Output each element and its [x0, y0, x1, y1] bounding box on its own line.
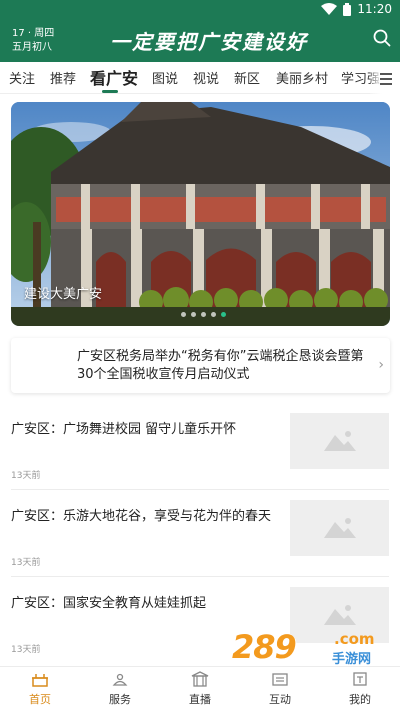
banner-caption: 建设大美广安: [24, 287, 103, 302]
news-time: 13天前: [11, 558, 41, 568]
tab-meili-xiangcun[interactable]: 美丽乡村: [276, 68, 328, 87]
tab-xinqu[interactable]: 新区: [234, 68, 260, 87]
brand-logo: 一定要把广安建设好: [110, 30, 308, 54]
banner-carousel[interactable]: 建设大美广安: [11, 102, 390, 326]
nav-interact-label: 互动: [269, 693, 291, 706]
tab-kan-guangan[interactable]: 看广安: [90, 65, 138, 89]
nav-home-label: 首页: [29, 693, 51, 706]
watermark-domain: .com: [334, 630, 375, 648]
date-weekday: 17 · 周四: [12, 28, 55, 39]
bottom-navigation: 首页 服务 直播 互动 我的: [0, 666, 400, 711]
nav-service[interactable]: 服务: [90, 667, 150, 711]
top-header: 11:20 17 · 周四 五月初八 一定要把广安建设好: [0, 0, 400, 62]
chevron-right-icon: ›: [378, 357, 384, 373]
status-bar: 11:20: [0, 0, 400, 20]
tab-tuijian[interactable]: 推荐: [50, 68, 76, 87]
app-screen: 11:20 17 · 周四 五月初八 一定要把广安建设好 关注 推荐 看广安 图…: [0, 0, 400, 711]
wifi-icon: [321, 3, 338, 15]
news-title: 广安区：国家安全教育从娃娃抓起: [11, 596, 207, 611]
nav-live-label: 直播: [189, 693, 211, 706]
news-thumbnail: [290, 500, 389, 556]
news-time: 13天前: [11, 645, 41, 655]
watermark-number: 289: [232, 628, 297, 666]
tab-guanzhu[interactable]: 关注: [9, 68, 35, 87]
profile-icon: [353, 672, 367, 686]
tab-menu-button[interactable]: [370, 62, 400, 94]
date-lunar: 五月初八: [12, 42, 52, 53]
news-time: 13天前: [11, 471, 41, 481]
active-tab-indicator: [102, 90, 118, 93]
home-icon: [32, 674, 48, 687]
divider: [11, 489, 389, 490]
channel-tabs: 关注 推荐 看广安 图说 视说 新区 美丽乡村 学习强: [0, 62, 400, 94]
news-title: 广安区：乐游大地花谷，享受与花为伴的春天: [11, 509, 272, 524]
live-icon: [191, 671, 209, 687]
carousel-dot[interactable]: [181, 312, 186, 317]
tab-tushuo[interactable]: 图说: [152, 68, 178, 87]
search-button[interactable]: [372, 28, 392, 48]
nav-profile-label: 我的: [349, 693, 371, 706]
carousel-dot-active[interactable]: [221, 312, 226, 317]
service-icon: [112, 673, 128, 686]
image-placeholder-icon: [324, 605, 356, 625]
news-title: 广安区：广场舞进校园 留守儿童乐开怀: [11, 422, 237, 437]
image-placeholder-icon: [324, 518, 356, 538]
nav-live[interactable]: 直播: [170, 667, 230, 711]
menu-icon: [380, 73, 392, 88]
divider: [11, 576, 389, 577]
carousel-dot[interactable]: [201, 312, 206, 317]
search-icon: [373, 29, 391, 47]
featured-notice[interactable]: 广安区税务局举办“税务有你”云端税企恳谈会暨第30个全国税收宣传月启动仪式 ›: [11, 338, 390, 393]
news-item[interactable]: 广安区：乐游大地花谷，享受与花为伴的春天 13天前: [0, 500, 400, 594]
image-placeholder-icon: [324, 431, 356, 451]
nav-service-label: 服务: [109, 693, 131, 706]
status-time: 11:20: [357, 2, 392, 16]
nav-interact[interactable]: 互动: [250, 667, 310, 711]
interact-icon: [272, 673, 288, 686]
nav-profile[interactable]: 我的: [330, 667, 390, 711]
nav-home[interactable]: 首页: [10, 667, 70, 711]
news-item[interactable]: 广安区：广场舞进校园 留守儿童乐开怀 13天前: [0, 413, 400, 507]
carousel-dot[interactable]: [191, 312, 196, 317]
carousel-indicator: [181, 312, 226, 317]
news-thumbnail: [290, 413, 389, 469]
notice-text: 广安区税务局举办“税务有你”云端税企恳谈会暨第30个全国税收宣传月启动仪式: [77, 349, 364, 382]
tab-shishuo[interactable]: 视说: [193, 68, 219, 87]
watermark-sub: 手游网: [332, 652, 372, 667]
battery-icon: [343, 2, 352, 16]
date-block: 17 · 周四 五月初八: [12, 27, 54, 55]
carousel-dot[interactable]: [211, 312, 216, 317]
